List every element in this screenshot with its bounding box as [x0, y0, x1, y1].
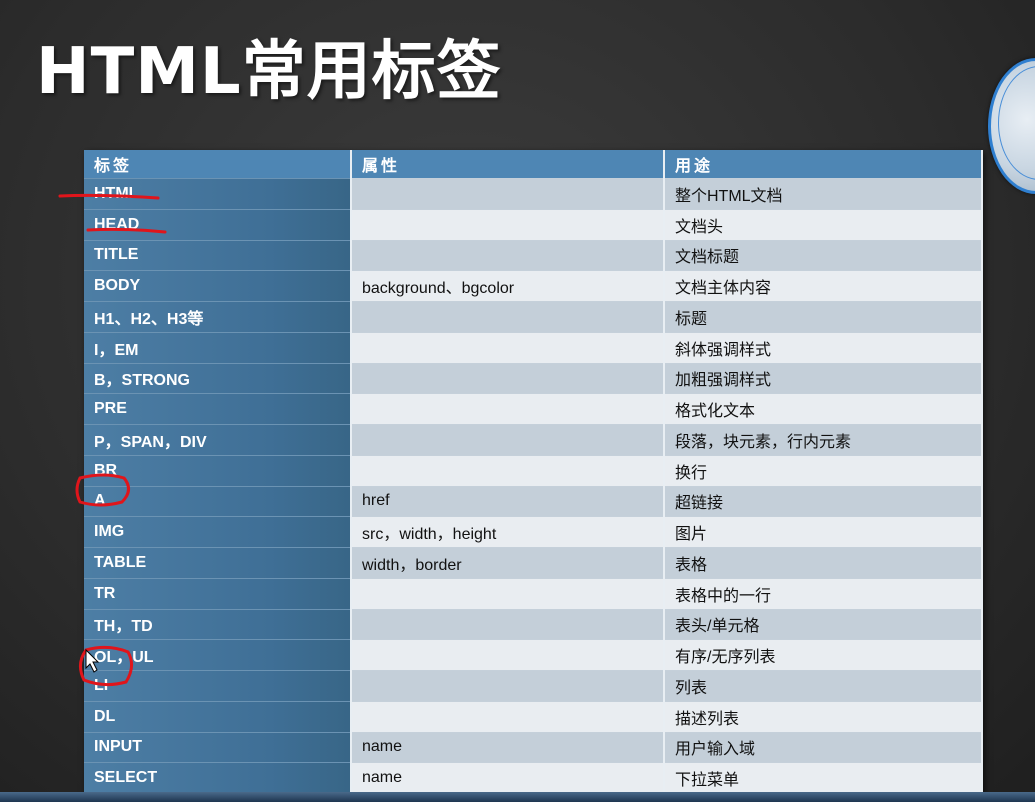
row-attribute-cell: [351, 639, 665, 671]
row-tag-cell: TR: [84, 577, 352, 609]
table-row: Ahref 超链接: [84, 485, 983, 517]
row-tag-cell: I，EM: [84, 331, 352, 363]
row-attribute-cell: [351, 608, 665, 640]
row-tag-cell: TITLE: [84, 239, 352, 271]
html-tags-table: 标签 属性 用途 HTML 整个HTML文档 HEAD 文档头 TITLE 文档标题 BOD…: [84, 150, 983, 793]
row-attribute-cell: [351, 393, 665, 425]
row-attribute-cell: [351, 239, 665, 271]
row-tag-cell: HEAD: [84, 208, 352, 240]
row-usage-cell: 图片: [664, 516, 983, 548]
row-tag-cell: OL，UL: [84, 639, 352, 671]
row-usage-cell: 有序/无序列表: [664, 639, 983, 671]
row-attribute-cell: src，width，height: [351, 516, 665, 548]
row-usage-cell: 换行: [664, 454, 983, 486]
table-row: LI 列表: [84, 670, 983, 702]
slide-title: HTML常用标签: [36, 35, 502, 109]
table-row: B，STRONG 加粗强调样式: [84, 362, 983, 394]
row-usage-cell: 文档标题: [664, 239, 983, 271]
row-attribute-cell: background、bgcolor: [351, 270, 665, 302]
table-row: P，SPAN，DIV 段落，块元素，行内元素: [84, 424, 983, 456]
row-tag-cell: TABLE: [84, 547, 352, 579]
row-usage-cell: 表头/单元格: [664, 608, 983, 640]
header-tag: 标签: [84, 150, 352, 179]
row-attribute-cell: [351, 700, 665, 732]
table-header-row: 标签 属性 用途: [84, 150, 983, 179]
row-tag-cell: A: [84, 485, 352, 517]
row-tag-cell: P，SPAN，DIV: [84, 424, 352, 456]
row-tag-cell: PRE: [84, 393, 352, 425]
row-attribute-cell: href: [351, 485, 665, 517]
row-usage-cell: 用户输入域: [664, 731, 983, 763]
row-attribute-cell: [351, 178, 665, 210]
row-usage-cell: 斜体强调样式: [664, 331, 983, 363]
row-tag-cell: INPUT: [84, 731, 352, 763]
table-row: TR 表格中的一行: [84, 577, 983, 609]
row-usage-cell: 加粗强调样式: [664, 362, 983, 394]
table-row: I，EM 斜体强调样式: [84, 331, 983, 363]
table-row: SELECT name 下拉菜单: [84, 762, 983, 793]
row-tag-cell: LI: [84, 670, 352, 702]
row-usage-cell: 描述列表: [664, 700, 983, 732]
row-usage-cell: 下拉菜单: [664, 762, 983, 793]
row-usage-cell: 整个HTML文档: [664, 178, 983, 210]
row-usage-cell: 格式化文本: [664, 393, 983, 425]
row-attribute-cell: [351, 208, 665, 240]
row-usage-cell: 表格: [664, 547, 983, 579]
row-tag-cell: H1、H2、H3等: [84, 301, 352, 333]
row-attribute-cell: [351, 577, 665, 609]
row-tag-cell: TH，TD: [84, 608, 352, 640]
bottom-bar: [0, 792, 1035, 802]
row-tag-cell: B，STRONG: [84, 362, 352, 394]
header-attribute: 属性: [351, 150, 665, 179]
header-usage: 用途: [664, 150, 983, 179]
table-row: OL，UL 有序/无序列表: [84, 639, 983, 671]
row-attribute-cell: width，border: [351, 547, 665, 579]
table-row: BODY background、bgcolor 文档主体内容: [84, 270, 983, 302]
table-row: TH，TD 表头/单元格: [84, 608, 983, 640]
row-attribute-cell: [351, 331, 665, 363]
table-row: H1、H2、H3等 标题: [84, 301, 983, 333]
row-attribute-cell: [351, 670, 665, 702]
row-usage-cell: 表格中的一行: [664, 577, 983, 609]
table-row: PRE 格式化文本: [84, 393, 983, 425]
table-row: TABLE width，border 表格: [84, 547, 983, 579]
row-tag-cell: IMG: [84, 516, 352, 548]
row-usage-cell: 列表: [664, 670, 983, 702]
row-tag-cell: BODY: [84, 270, 352, 302]
table-row: INPUT name 用户输入域: [84, 731, 983, 763]
table-row: HTML 整个HTML文档: [84, 178, 983, 210]
row-attribute-cell: [351, 424, 665, 456]
row-usage-cell: 文档头: [664, 208, 983, 240]
row-attribute-cell: [351, 454, 665, 486]
row-tag-cell: BR: [84, 454, 352, 486]
table-row: DL 描述列表: [84, 700, 983, 732]
row-usage-cell: 段落，块元素，行内元素: [664, 424, 983, 456]
row-tag-cell: SELECT: [84, 762, 352, 793]
row-usage-cell: 超链接: [664, 485, 983, 517]
row-tag-cell: HTML: [84, 178, 352, 210]
row-tag-cell: DL: [84, 700, 352, 732]
row-attribute-cell: name: [351, 762, 665, 793]
table-row: IMG src，width，height 图片: [84, 516, 983, 548]
table-row: HEAD 文档头: [84, 208, 983, 240]
row-usage-cell: 文档主体内容: [664, 270, 983, 302]
row-attribute-cell: [351, 301, 665, 333]
row-usage-cell: 标题: [664, 301, 983, 333]
row-attribute-cell: name: [351, 731, 665, 763]
table-row: TITLE 文档标题: [84, 239, 983, 271]
table-row: BR 换行: [84, 454, 983, 486]
row-attribute-cell: [351, 362, 665, 394]
